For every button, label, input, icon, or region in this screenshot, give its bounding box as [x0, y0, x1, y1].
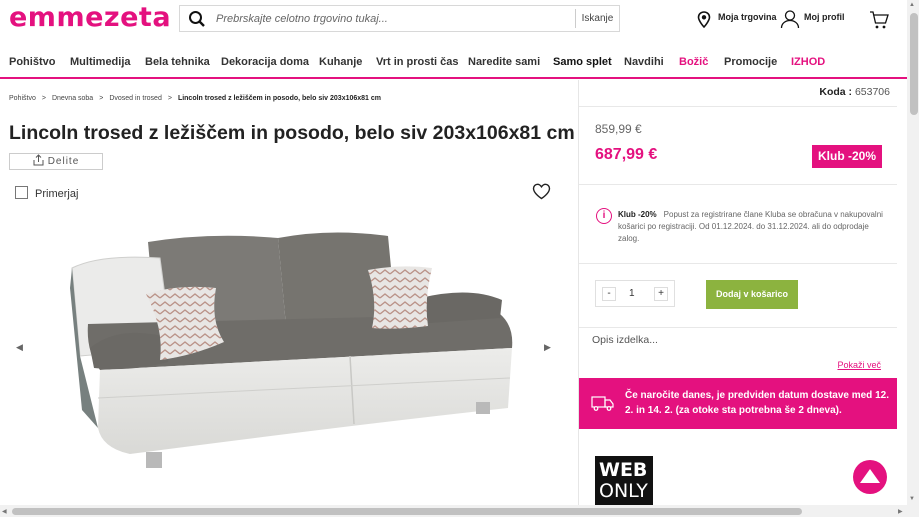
- breadcrumb-item[interactable]: Dvosed in trosed: [109, 95, 162, 102]
- nav-item-bela-tehnika[interactable]: Bela tehnika: [145, 56, 210, 68]
- nav-item-vrt[interactable]: Vrt in prosti čas: [376, 56, 459, 68]
- product-image[interactable]: [60, 228, 520, 480]
- add-to-cart-button[interactable]: Dodaj v košarico: [706, 280, 798, 309]
- breadcrumb-separator-icon: >: [167, 95, 172, 102]
- divider: [579, 327, 897, 328]
- web-only-line1: WEB: [599, 459, 648, 481]
- product-gallery: ◀ ▶: [0, 208, 578, 507]
- breadcrumb-item[interactable]: Pohištvo: [9, 95, 36, 102]
- search-input[interactable]: [216, 9, 746, 28]
- user-icon[interactable]: [780, 9, 800, 29]
- search-bar: Iskanje: [179, 5, 746, 32]
- quantity-value[interactable]: 1: [629, 288, 635, 299]
- compare-label: Primerjaj: [35, 188, 79, 200]
- old-price: 859,99 €: [595, 122, 642, 136]
- quantity-decrease-button[interactable]: -: [602, 287, 616, 301]
- delivery-text: Če naročite danes, je predviden datum do…: [625, 390, 889, 416]
- location-pin-icon[interactable]: [697, 11, 711, 28]
- search-icon[interactable]: [188, 10, 206, 28]
- checkbox-icon[interactable]: [15, 186, 28, 199]
- site-header: emmezeta Iskanje Moja trgovina Moj profi…: [0, 0, 907, 38]
- nav-item-izhod[interactable]: IZHOD: [791, 56, 825, 68]
- breadcrumb: Pohištvo > Dnevna soba > Dvosed in trosed > Li…: [9, 95, 381, 102]
- quantity-increase-button[interactable]: +: [654, 287, 668, 301]
- nav-item-dekoracija-doma[interactable]: Dekoracija doma: [221, 56, 309, 68]
- breadcrumb-item[interactable]: Dnevna soba: [52, 95, 93, 102]
- klub-info-text: Klub -20% Popust za registrirane člane Kl…: [618, 209, 883, 245]
- share-button[interactable]: Delite: [9, 153, 103, 170]
- logo[interactable]: emmezeta: [9, 2, 171, 33]
- klub-discount-badge: Klub -20%: [812, 145, 882, 168]
- klub-info-bold: Klub -20%: [618, 210, 657, 219]
- product-code-value: 653706: [854, 86, 890, 98]
- cart-icon[interactable]: [869, 10, 889, 30]
- web-only-badge: WEB ONLY: [595, 456, 653, 508]
- nav-item-multimedija[interactable]: Multimedija: [70, 56, 131, 68]
- breadcrumb-current: Lincoln trosed z ležiščem in posodo, bel…: [177, 95, 382, 102]
- scroll-up-icon[interactable]: ▲: [909, 2, 915, 8]
- breadcrumb-separator-icon: >: [99, 95, 104, 102]
- scroll-right-icon[interactable]: ▶: [898, 508, 903, 515]
- divider: [579, 263, 897, 264]
- product-description: Opis izdelka...: [592, 334, 658, 346]
- info-icon: i: [596, 208, 612, 224]
- gallery-next-icon[interactable]: ▶: [544, 342, 551, 353]
- scroll-to-top-button[interactable]: [853, 460, 887, 494]
- nav-item-navdihi[interactable]: Navdihi: [624, 56, 664, 68]
- nav-item-naredite-sami[interactable]: Naredite sami: [468, 56, 540, 68]
- web-only-line2: ONLY: [599, 480, 648, 502]
- klub-info-description: Popust za registrirane člane Kluba se ob…: [618, 210, 883, 243]
- share-label: Delite: [47, 156, 80, 167]
- scroll-left-icon[interactable]: ◀: [2, 508, 7, 515]
- nav-item-bozic[interactable]: Božič: [679, 56, 708, 68]
- vertical-scrollbar-thumb[interactable]: [910, 13, 918, 115]
- page-title: Lincoln trosed z ležiščem in posodo, bel…: [9, 122, 575, 144]
- scroll-down-icon[interactable]: ▼: [909, 496, 915, 502]
- search-button[interactable]: Iskanje: [575, 9, 619, 28]
- nav-item-kuhanje[interactable]: Kuhanje: [319, 56, 362, 68]
- delivery-banner: Če naročite danes, je predviden datum do…: [579, 378, 897, 429]
- current-price: 687,99 €: [595, 146, 658, 163]
- my-profile-link[interactable]: Moj profil: [804, 12, 845, 22]
- divider: [579, 184, 897, 185]
- show-more-link[interactable]: Pokaži več: [837, 360, 881, 370]
- heart-icon[interactable]: [532, 183, 551, 200]
- quantity-stepper: - 1 +: [595, 280, 675, 307]
- divider: [579, 106, 897, 107]
- chevron-up-icon: [860, 469, 880, 483]
- delivery-truck-icon: [591, 396, 614, 411]
- product-purchase-panel: Koda : 653706 859,99 € 687,99 € Klub -20…: [578, 80, 897, 508]
- horizontal-scrollbar-thumb[interactable]: [12, 508, 802, 515]
- nav-item-promocije[interactable]: Promocije: [724, 56, 777, 68]
- my-store-link[interactable]: Moja trgovina: [718, 12, 777, 22]
- main-nav: Pohištvo Multimedija Bela tehnika Dekora…: [0, 46, 907, 79]
- product-code-label: Koda :: [819, 86, 853, 98]
- product-code: Koda : 653706: [819, 86, 890, 98]
- nav-item-pohistvo[interactable]: Pohištvo: [9, 56, 55, 68]
- compare-checkbox[interactable]: Primerjaj: [15, 186, 78, 200]
- breadcrumb-separator-icon: >: [41, 95, 46, 102]
- nav-item-samo-splet[interactable]: Samo splet: [553, 56, 612, 68]
- share-icon: [33, 154, 44, 166]
- gallery-prev-icon[interactable]: ◀: [16, 342, 23, 353]
